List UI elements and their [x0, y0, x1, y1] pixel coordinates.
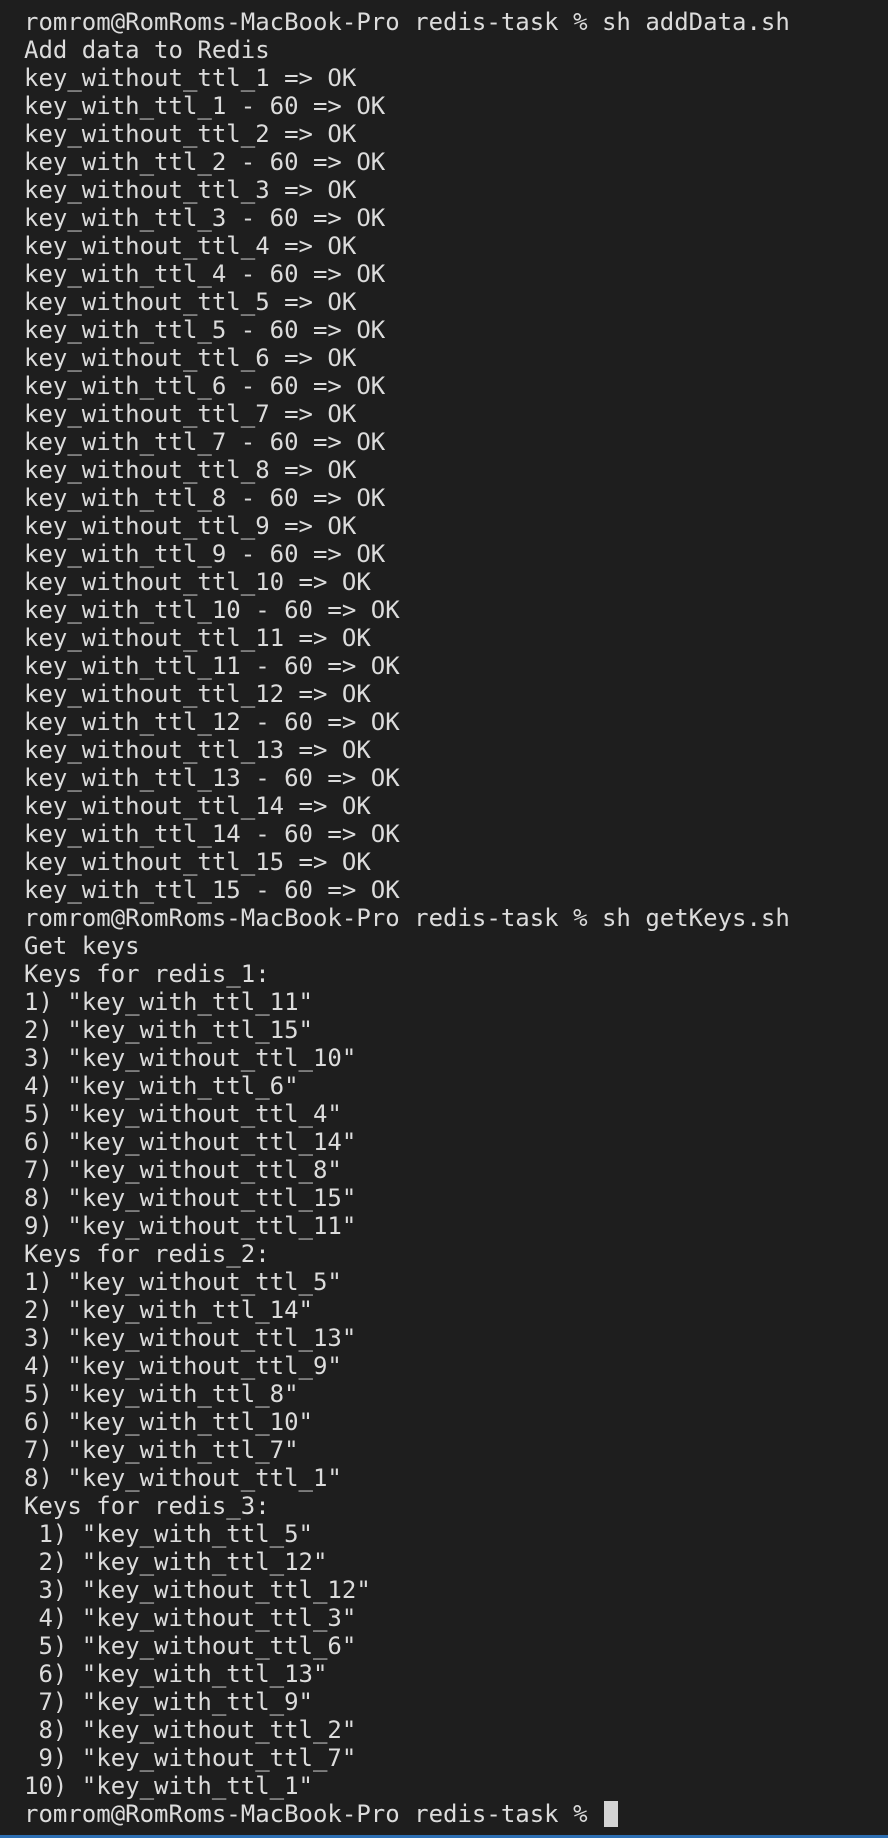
terminal-line: key_with_ttl_12 - 60 => OK [24, 708, 400, 736]
terminal-line: 7) "key_with_ttl_9" [24, 1688, 313, 1716]
terminal-line: key_with_ttl_10 - 60 => OK [24, 596, 400, 624]
terminal-line: key_with_ttl_7 - 60 => OK [24, 428, 386, 456]
terminal-line: 1) "key_with_ttl_5" [24, 1520, 313, 1548]
terminal-line: 6) "key_without_ttl_14" [24, 1128, 357, 1156]
terminal-line: key_without_ttl_7 => OK [24, 400, 357, 428]
terminal-line: 5) "key_without_ttl_4" [24, 1100, 342, 1128]
terminal-line: Keys for redis_3: [24, 1492, 270, 1520]
terminal-line: key_without_ttl_2 => OK [24, 120, 357, 148]
terminal-line: 9) "key_without_ttl_11" [24, 1212, 357, 1240]
terminal-line: romrom@RomRoms-MacBook-Pro redis-task % … [24, 904, 790, 932]
terminal-line: key_without_ttl_1 => OK [24, 64, 357, 92]
terminal-line: key_with_ttl_4 - 60 => OK [24, 260, 386, 288]
terminal-line: 2) "key_with_ttl_12" [24, 1548, 328, 1576]
terminal-line: romrom@RomRoms-MacBook-Pro redis-task % … [24, 8, 790, 36]
terminal-prompt: romrom@RomRoms-MacBook-Pro redis-task % [24, 1800, 602, 1828]
terminal-line: key_with_ttl_15 - 60 => OK [24, 876, 400, 904]
terminal-line: key_without_ttl_11 => OK [24, 624, 371, 652]
terminal-line: 8) "key_without_ttl_1" [24, 1464, 342, 1492]
terminal-line: 3) "key_without_ttl_10" [24, 1044, 357, 1072]
terminal-line: 3) "key_without_ttl_12" [24, 1576, 371, 1604]
terminal-line: Keys for redis_1: [24, 960, 270, 988]
terminal-output: romrom@RomRoms-MacBook-Pro redis-task % … [24, 8, 888, 1800]
terminal-line: Add data to Redis [24, 36, 270, 64]
terminal-line: key_without_ttl_4 => OK [24, 232, 357, 260]
terminal-line: 8) "key_without_ttl_15" [24, 1184, 357, 1212]
terminal-line: key_with_ttl_1 - 60 => OK [24, 92, 386, 120]
terminal-line: key_with_ttl_13 - 60 => OK [24, 764, 400, 792]
terminal-line: key_with_ttl_6 - 60 => OK [24, 372, 386, 400]
terminal-line: 6) "key_with_ttl_10" [24, 1408, 313, 1436]
terminal-line: 6) "key_with_ttl_13" [24, 1660, 328, 1688]
terminal-window[interactable]: romrom@RomRoms-MacBook-Pro redis-task % … [0, 0, 888, 1838]
text-cursor [603, 1801, 618, 1827]
terminal-line: key_without_ttl_12 => OK [24, 680, 371, 708]
terminal-line: key_with_ttl_5 - 60 => OK [24, 316, 386, 344]
terminal-line: key_without_ttl_13 => OK [24, 736, 371, 764]
terminal-line: 4) "key_without_ttl_3" [24, 1604, 357, 1632]
terminal-line: key_without_ttl_9 => OK [24, 512, 357, 540]
terminal-line: key_with_ttl_14 - 60 => OK [24, 820, 400, 848]
terminal-line: 5) "key_with_ttl_8" [24, 1380, 299, 1408]
terminal-line: 1) "key_without_ttl_5" [24, 1268, 342, 1296]
terminal-line: 9) "key_without_ttl_7" [24, 1744, 357, 1772]
terminal-line: key_without_ttl_15 => OK [24, 848, 371, 876]
terminal-line: 4) "key_without_ttl_9" [24, 1352, 342, 1380]
terminal-line: 7) "key_without_ttl_8" [24, 1156, 342, 1184]
terminal-line: 3) "key_without_ttl_13" [24, 1324, 357, 1352]
terminal-line: key_with_ttl_8 - 60 => OK [24, 484, 386, 512]
terminal-line: 8) "key_without_ttl_2" [24, 1716, 357, 1744]
terminal-line: 5) "key_without_ttl_6" [24, 1632, 357, 1660]
terminal-line: 2) "key_with_ttl_15" [24, 1016, 313, 1044]
terminal-line: 10) "key_with_ttl_1" [24, 1772, 313, 1800]
terminal-line: 4) "key_with_ttl_6" [24, 1072, 299, 1100]
terminal-line: key_with_ttl_11 - 60 => OK [24, 652, 400, 680]
terminal-line: key_with_ttl_2 - 60 => OK [24, 148, 386, 176]
terminal-line: Keys for redis_2: [24, 1240, 270, 1268]
terminal-line: key_without_ttl_3 => OK [24, 176, 357, 204]
terminal-line: 7) "key_with_ttl_7" [24, 1436, 299, 1464]
terminal-line: 2) "key_with_ttl_14" [24, 1296, 313, 1324]
terminal-line: key_without_ttl_5 => OK [24, 288, 357, 316]
terminal-line: key_with_ttl_3 - 60 => OK [24, 204, 386, 232]
terminal-line: Get keys [24, 932, 140, 960]
terminal-line: key_with_ttl_9 - 60 => OK [24, 540, 386, 568]
terminal-prompt-line[interactable]: romrom@RomRoms-MacBook-Pro redis-task % [24, 1800, 888, 1828]
terminal-line: key_without_ttl_8 => OK [24, 456, 357, 484]
terminal-line: 1) "key_with_ttl_11" [24, 988, 313, 1016]
terminal-line: key_without_ttl_10 => OK [24, 568, 371, 596]
terminal-line: key_without_ttl_6 => OK [24, 344, 357, 372]
terminal-line: key_without_ttl_14 => OK [24, 792, 371, 820]
